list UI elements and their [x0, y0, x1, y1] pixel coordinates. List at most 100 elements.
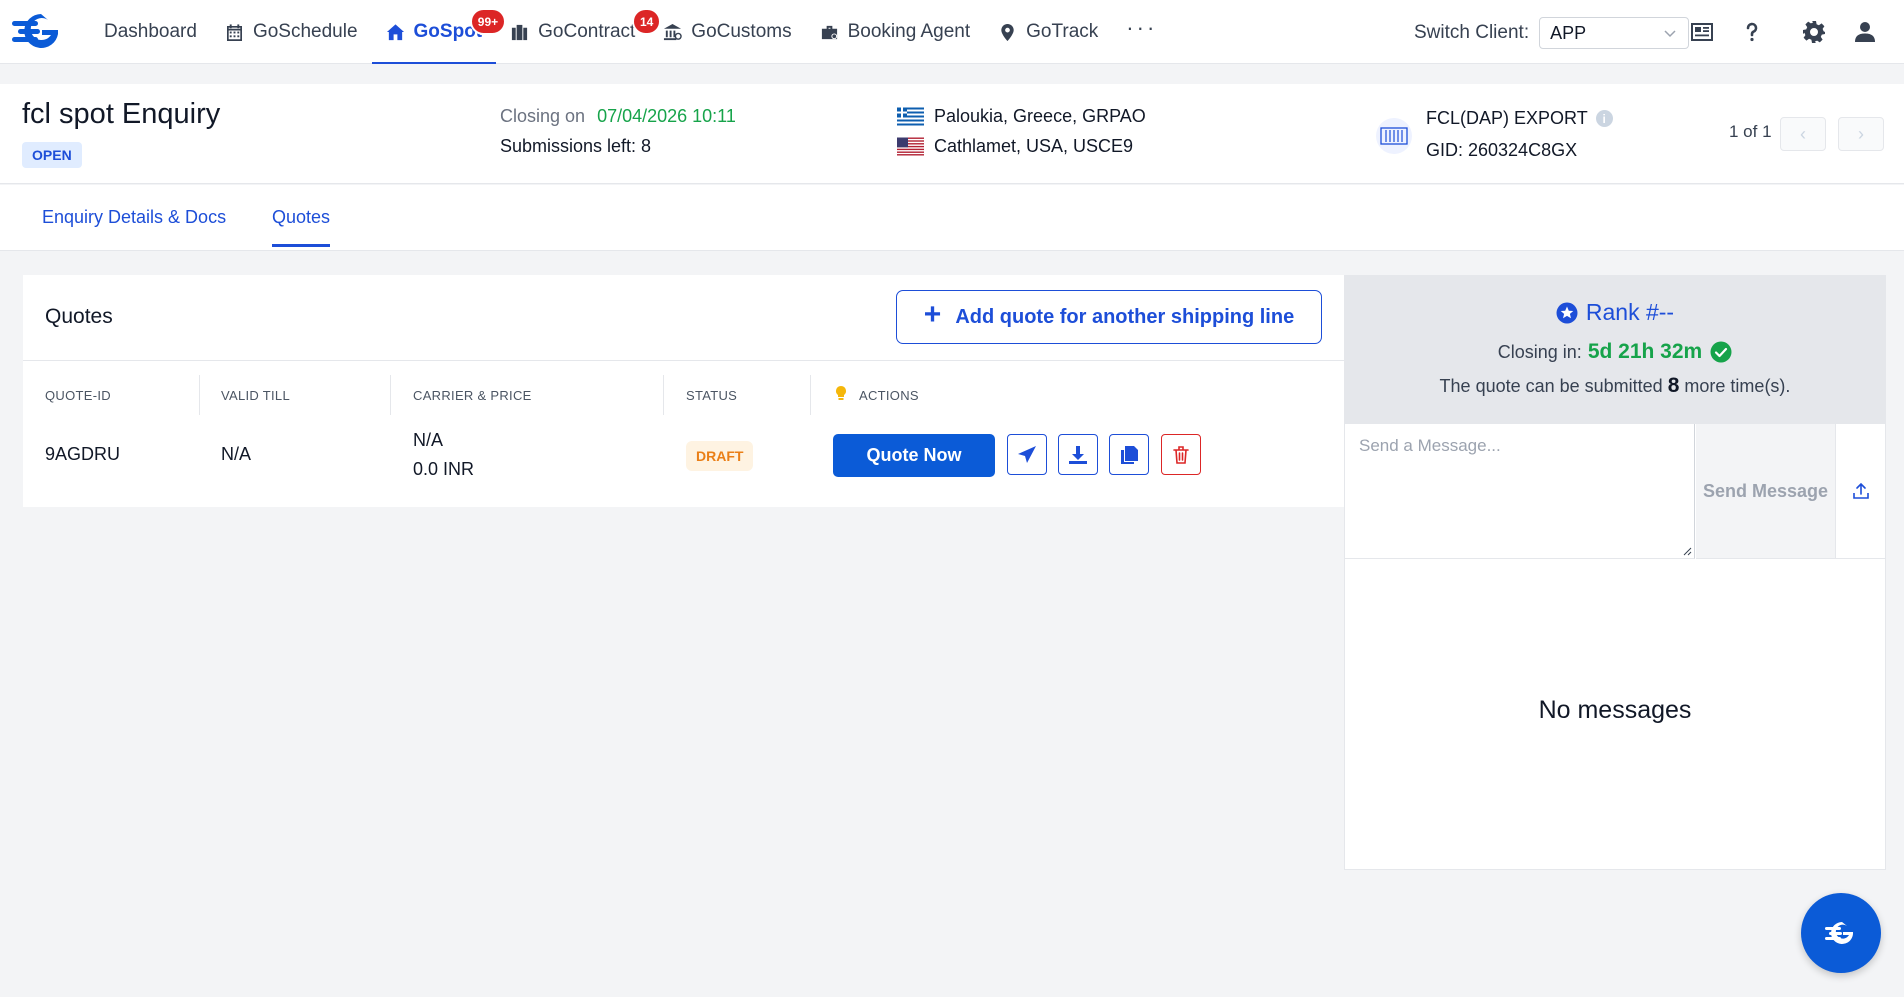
- upload-file-button[interactable]: [1836, 424, 1886, 559]
- add-quote-button[interactable]: + Add quote for another shipping line: [896, 290, 1322, 344]
- tab-quotes[interactable]: Quotes: [272, 207, 331, 247]
- column-header-actions: ACTIONS: [859, 388, 919, 403]
- download-quote-button[interactable]: [1058, 434, 1098, 475]
- nav-gocontract[interactable]: GoContract 14: [496, 0, 662, 64]
- closing-in-label: Closing in:: [1497, 341, 1582, 362]
- building-icon: [512, 24, 528, 40]
- submit-info-suffix: more time(s).: [1684, 376, 1791, 396]
- message-input[interactable]: [1345, 424, 1694, 558]
- column-header-status: STATUS: [686, 388, 738, 403]
- valid-till-cell: N/A: [221, 444, 252, 464]
- client-select-value: APP: [1550, 22, 1587, 43]
- trash-icon: [1173, 445, 1189, 464]
- next-page-button[interactable]: ›: [1838, 117, 1884, 151]
- settings-icon-button[interactable]: [1800, 18, 1828, 46]
- nav-more-menu[interactable]: ···: [1112, 15, 1171, 41]
- greece-flag-icon: [897, 107, 924, 126]
- column-header-carrier-price: CARRIER & PRICE: [413, 388, 532, 403]
- divider: [23, 360, 1344, 361]
- paper-plane-icon: [1018, 445, 1036, 463]
- nav-gocontract-label: GoContract: [538, 21, 636, 42]
- chevron-right-icon: ›: [1858, 123, 1864, 144]
- nav-gocustoms[interactable]: GoCustoms: [649, 0, 805, 64]
- check-circle-icon: [1710, 341, 1732, 363]
- nav-booking-agent[interactable]: Booking Agent: [806, 0, 985, 64]
- submit-info: The quote can be submitted 8 more time(s…: [1344, 374, 1886, 398]
- nav-booking-agent-label: Booking Agent: [847, 21, 971, 42]
- enquiry-status-badge: OPEN: [22, 142, 82, 168]
- nav-goschedule-label: GoSchedule: [252, 21, 358, 42]
- submit-info-prefix: The quote can be submitted: [1439, 376, 1663, 396]
- switch-client: Switch Client: APP: [1414, 17, 1690, 49]
- column-header-quote-id: QUOTE-ID: [45, 388, 111, 403]
- delete-quote-button[interactable]: [1161, 434, 1201, 475]
- nav-gocustoms-label: GoCustoms: [691, 21, 792, 42]
- column-separator: [810, 375, 811, 415]
- info-icon[interactable]: i: [1595, 110, 1613, 127]
- column-separator: [199, 375, 200, 415]
- news-icon: [1691, 23, 1713, 41]
- usa-flag-icon: [897, 137, 924, 156]
- lightbulb-icon[interactable]: [834, 385, 848, 401]
- price-cell: 0.0 INR: [413, 459, 475, 479]
- copy-quote-button[interactable]: [1109, 434, 1149, 475]
- closing-in: Closing in: 5d 21h 32m: [1344, 340, 1886, 364]
- carrier-cell: N/A: [413, 430, 444, 450]
- enquiry-header: fcl spot Enquiry OPEN Closing on 07/04/20…: [0, 84, 1904, 184]
- send-quote-button[interactable]: [1007, 434, 1047, 475]
- gear-icon: [1803, 21, 1825, 43]
- nav-gotrack-label: GoTrack: [1026, 21, 1099, 42]
- status-badge: DRAFT: [686, 441, 754, 471]
- column-header-valid-till: VALID TILL: [221, 388, 290, 403]
- news-icon-button[interactable]: [1688, 18, 1716, 46]
- shipment-type-label: FCL(DAP) EXPORT: [1426, 108, 1588, 128]
- container-icon: [1376, 118, 1412, 154]
- gid: GID: 260324C8GX: [1426, 140, 1578, 160]
- previous-page-button[interactable]: ‹: [1780, 117, 1826, 151]
- rank-text: Rank #--: [1585, 299, 1675, 325]
- destination-port-name: Cathlamet, USA, USCE9: [934, 136, 1134, 156]
- submissions-left: Submissions left: 8: [500, 136, 652, 156]
- calendar-icon: [226, 23, 242, 41]
- client-select[interactable]: APP: [1539, 17, 1690, 49]
- gofreight-logo-icon[interactable]: [12, 12, 70, 50]
- star-badge-icon: [1556, 302, 1578, 323]
- nav-goschedule[interactable]: GoSchedule: [211, 0, 372, 64]
- nav-gotrack[interactable]: GoTrack: [984, 0, 1112, 64]
- help-icon-button[interactable]: [1738, 18, 1766, 46]
- quotes-panel: Quotes + Add quote for another shipping …: [23, 275, 1344, 507]
- add-quote-label: Add quote for another shipping line: [955, 305, 1295, 328]
- gofreight-logo-icon: [1825, 922, 1853, 944]
- quotes-title: Quotes: [45, 305, 113, 328]
- enquiry-title: fcl spot Enquiry: [22, 98, 221, 130]
- briefcase-icon: [821, 25, 837, 39]
- closing-on-label: Closing on: [500, 106, 586, 126]
- pager-text: 1 of 1: [1729, 122, 1772, 141]
- submit-info-count: 8: [1667, 374, 1680, 397]
- rank-panel: Rank #-- Closing in: 5d 21h 32m The quot…: [1344, 275, 1886, 423]
- home-icon: [386, 23, 404, 40]
- quote-now-button[interactable]: Quote Now: [833, 434, 995, 477]
- nav-dashboard[interactable]: Dashboard: [90, 0, 211, 64]
- column-separator: [390, 375, 391, 415]
- assistant-fab-button[interactable]: [1801, 893, 1881, 973]
- quote-id-cell: 9AGDRU: [45, 444, 121, 464]
- message-panel: Send Message No messages: [1344, 423, 1886, 870]
- resize-handle-icon[interactable]: [1682, 546, 1692, 556]
- nav-gospot[interactable]: GoSpot 99+: [371, 0, 507, 64]
- top-nav: Dashboard GoSchedule GoSpot 99+ GoContra…: [0, 0, 1904, 64]
- download-icon: [1069, 445, 1087, 464]
- shipping-container-icon: [1380, 127, 1408, 145]
- shipment-type: FCL(DAP) EXPORT i: [1426, 108, 1613, 129]
- enquiry-tabs: Enquiry Details & Docs Quotes: [0, 185, 1904, 251]
- closing-on: Closing on 07/04/2026 10:11: [500, 106, 736, 127]
- origin-port-name: Paloukia, Greece, GRPAO: [934, 106, 1146, 126]
- rank: Rank #--: [1344, 299, 1886, 326]
- user-icon-button[interactable]: [1851, 18, 1879, 46]
- switch-client-label: Switch Client:: [1414, 22, 1530, 43]
- send-message-button[interactable]: Send Message: [1696, 424, 1836, 559]
- no-messages-text: No messages: [1538, 696, 1692, 724]
- bank-icon: [664, 23, 683, 40]
- question-mark-icon: [1746, 22, 1758, 42]
- tab-enquiry-details[interactable]: Enquiry Details & Docs: [42, 207, 226, 244]
